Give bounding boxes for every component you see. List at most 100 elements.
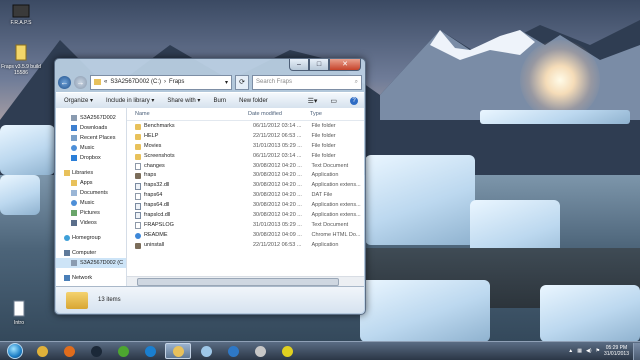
file-row[interactable]: README 30/08/2012 04:09 ... Chrome HTML Do… [127,231,364,241]
clock-date: 31/01/2013 [603,351,629,357]
nav-homegroup[interactable]: Homegroup [56,233,126,243]
nav-network[interactable]: Network [56,273,126,283]
breadcrumb-folder[interactable]: Fraps [169,79,184,85]
file-date: 30/08/2012 04:20 ... [252,202,302,209]
file-name-cell: changes [127,162,245,172]
show-desktop-button[interactable] [633,342,640,360]
nav-item-favorite[interactable]: Downloads [56,123,126,133]
maximize-button[interactable]: □ [309,59,329,71]
nav-item-favorite[interactable]: Recent Places [56,133,126,143]
address-bar[interactable]: « S3A2567D002 (C:) › Fraps ▾ [90,74,232,90]
volume-icon[interactable]: ◀) [586,348,592,354]
computer-icon [64,250,70,256]
new-folder-button[interactable]: New folder [239,98,268,104]
horizontal-scrollbar[interactable] [127,276,364,286]
file-row[interactable]: uninstall 22/11/2012 06:53 ... Application [127,241,364,251]
taskbar-notepad-button[interactable] [194,343,218,359]
column-type-header[interactable]: Type [302,111,322,117]
desktop-icon-label: F.R.A.P.S [10,20,32,26]
recent-places-icon [71,135,77,141]
taskbar-media-player-button[interactable] [138,343,162,359]
item-count: 13 items [98,297,121,303]
tray-arrow-icon[interactable]: ▲ [568,348,573,354]
flag-icon[interactable]: ⚑ [595,348,599,354]
scrollbar-thumb[interactable] [137,278,339,286]
file-name: FRAPSLOG [144,221,174,228]
file-date: 30/08/2012 04:20 ... [252,212,302,219]
file-row[interactable]: HELP 22/11/2012 06:53 ... File folder [127,132,364,142]
taskbar-chrome-button[interactable] [30,343,54,359]
desktop-icon-fraps[interactable]: F.R.A.P.S [4,4,38,26]
file-row[interactable]: Movies 31/01/2013 05:29 ... File folder [127,142,364,152]
search-box[interactable]: Search Fraps ⌕ [252,74,362,90]
include-in-library-button[interactable]: Include in library ▾ [106,97,154,104]
taskbar-firefox-button[interactable] [57,343,81,359]
document-icon [13,300,25,317]
nav-item-favorite[interactable]: Music [56,143,126,153]
back-button[interactable]: ← [58,75,71,89]
refresh-button[interactable]: ⟳ [235,74,249,90]
taskbar-gadget-button[interactable] [221,343,245,359]
desktop-icon-fraps-installer[interactable]: Fraps v3.5.9 build 15586 [0,44,42,76]
help-icon[interactable]: ? [350,96,358,105]
nav-computer[interactable]: Computer [56,248,126,258]
organize-button[interactable]: Organize ▾ [64,97,93,104]
nav-item-library[interactable]: Pictures [56,208,126,218]
file-name: Screenshots [144,152,175,159]
nav-item-favorite[interactable]: S3A2567D002 [56,113,126,123]
file-row[interactable]: fraps64.dll 30/08/2012 04:20 ... Applicati… [127,201,364,211]
view-options-icon[interactable]: ☰▾ [308,97,318,105]
taskbar-utorrent-button[interactable] [111,343,135,359]
file-date: 30/08/2012 04:20 ... [252,192,302,199]
nav-item-library[interactable]: Documents [56,188,126,198]
nav-item-label: Libraries [72,170,94,176]
file-type: Application extens... [311,202,361,209]
file-row[interactable]: Screenshots 06/11/2012 03:14 ... File fold… [127,152,364,162]
column-name-header[interactable]: Name [127,111,240,117]
address-overflow[interactable]: « [104,79,107,85]
folder-icon [135,143,141,150]
share-with-button[interactable]: Share with ▾ [167,97,200,104]
desktop-icon-intro[interactable]: Intro [2,300,36,326]
window-titlebar[interactable]: – □ ✕ [55,59,365,73]
file-row[interactable]: fraps32.dll 30/08/2012 04:20 ... Applicati… [127,181,364,191]
taskbar-explorer-button[interactable] [165,343,191,359]
libraries-icon [64,170,70,176]
nav-item-library[interactable]: Apps [56,178,126,188]
network-tray-icon[interactable]: ▦ [577,348,582,354]
taskbar-fraps-button[interactable] [275,343,299,359]
preview-pane-icon[interactable]: ▭ [330,97,337,105]
forward-button[interactable]: → [74,75,87,89]
nav-libraries[interactable]: Libraries [56,168,126,178]
taskbar-steam-button[interactable] [84,343,108,359]
burn-button[interactable]: Burn [213,98,226,104]
nav-item-library[interactable]: Videos [56,218,126,228]
nav-item-favorite[interactable]: Dropbox [56,153,126,163]
nav-item-drive-selected[interactable]: S3A2567D002 (C [56,258,126,268]
drive-icon [71,115,77,121]
taskbar-start-button[interactable] [3,343,27,359]
column-date-header[interactable]: Date modified [240,111,302,117]
search-input[interactable]: Search Fraps [256,79,292,85]
explorer-folder-icon [172,345,184,357]
file-row[interactable]: changes 30/08/2012 04:20 ... Text Document [127,162,364,172]
file-row[interactable]: FRAPSLOG 31/01/2013 05:29 ... Text Documen… [127,221,364,231]
sun-glow [520,40,600,120]
application-icon [135,173,141,180]
file-name-cell: frapslcd.dll [127,211,245,221]
minimize-button[interactable]: – [289,59,309,71]
breadcrumb-drive[interactable]: S3A2567D002 (C:) [110,79,161,85]
close-button[interactable]: ✕ [329,59,361,71]
file-name: uninstall [144,241,165,248]
file-row[interactable]: Benchmarks 06/11/2012 03:14 ... File folde… [127,122,364,132]
file-row[interactable]: frapslcd.dll 30/08/2012 04:20 ... Applicat… [127,211,364,221]
clock[interactable]: 05:29 PM 31/01/2013 [604,345,629,357]
file-row[interactable]: fraps 30/08/2012 04:20 ... Application [127,171,364,181]
file-row[interactable]: fraps64 30/08/2012 04:20 ... DAT File [127,191,364,201]
file-name-cell: fraps [127,171,245,181]
address-dropdown-icon[interactable]: ▾ [225,79,231,86]
system-tray: ▲ ▦ ◀) ⚑ 05:29 PM 31/01/2013 [568,345,633,357]
hamster-icon [254,345,266,357]
nav-item-library[interactable]: Music [56,198,126,208]
taskbar-hamster-button[interactable] [248,343,272,359]
